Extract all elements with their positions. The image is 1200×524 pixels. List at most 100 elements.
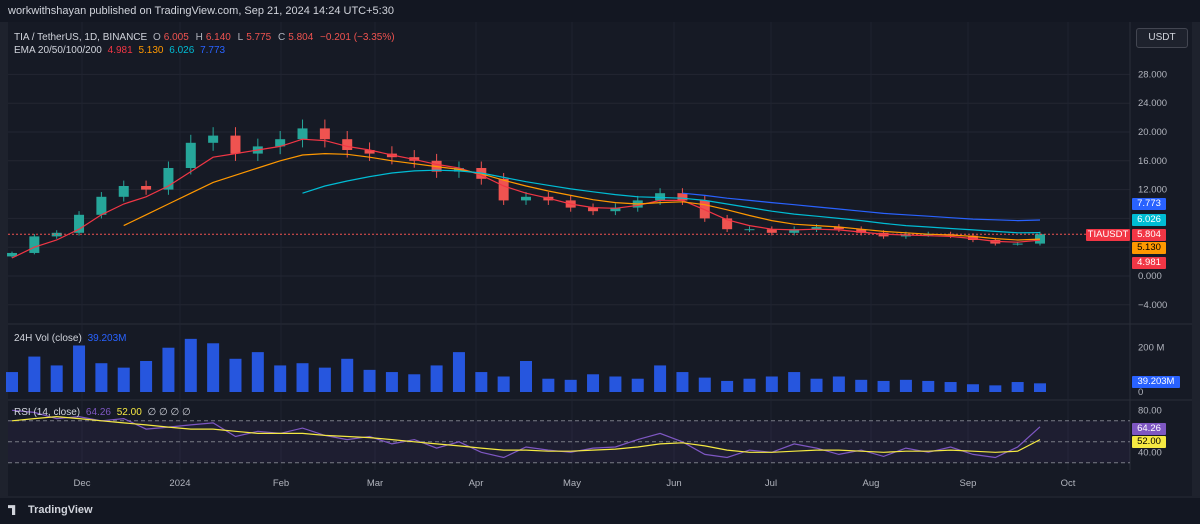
volume-bar [520,361,532,392]
price-axis-tick: 24.000 [1138,98,1167,109]
candle-body [29,236,40,253]
volume-bar [318,367,331,392]
volume-bar [162,347,175,392]
time-axis-tick: Jun [666,478,681,489]
volume-label: 24H Vol (close) [14,333,82,344]
currency-button[interactable]: USDT [1136,28,1188,48]
rsi-value: 64.26 [85,407,111,418]
volume-bar [274,365,287,392]
tradingview-brand: TradingView [28,504,93,516]
chart-canvas[interactable]: 28.00024.00020.00016.00012.0008.0004.000… [0,0,1200,524]
volume-bar [542,378,555,392]
rsi-label: RSI (14, close) [14,407,81,418]
ema200-tag: 7.773 [1132,198,1166,210]
volume-bar [184,338,197,392]
volume-axis-tick: 0 [1138,387,1143,398]
volume-bar [944,382,957,392]
tradingview-logo-icon [8,505,16,516]
volume-bar [1011,382,1024,392]
time-axis-tick: Feb [273,478,289,489]
volume-bar [855,379,868,392]
ema-legend: EMA 20/50/100/200 4.981 5.130 6.026 7.77… [14,45,228,56]
volume-bar [832,376,845,392]
rsi-legend: RSI (14, close) 64.26 52.00 ∅ ∅ ∅ ∅ [14,407,194,418]
symbol-label: TIA / TetherUS, 1D, BINANCE [14,32,148,43]
volume-bar [564,379,577,392]
footer-bar: TradingView [0,498,1200,524]
price-axis-tick: 20.000 [1138,127,1167,138]
candle-body [677,193,688,201]
volume-bar [73,345,86,392]
high-label: H [195,32,203,43]
price-axis-tick: 28.000 [1138,69,1167,80]
volume-bar [6,372,18,392]
volume-bar [117,367,130,392]
open-label: O [152,32,161,43]
price-axis-tick: 16.000 [1138,156,1167,167]
candle-body [118,186,129,197]
candle-body [96,196,107,215]
volume-bar [229,358,242,392]
volume-bar [788,372,801,392]
volume-bar [877,380,890,392]
candle-body [498,178,509,201]
candle-body [521,196,531,201]
price-axis-tick: 0.000 [1138,271,1162,282]
time-axis-tick: Sep [960,478,977,489]
volume-bar [497,376,510,392]
tradingview-logo[interactable]: TradingView [8,504,93,516]
candle-body [208,135,219,143]
high-value: 6.140 [205,32,231,43]
time-axis-tick: Dec [74,478,91,489]
volume-bar [609,376,622,392]
rsi-tag: 64.26 [1132,423,1166,435]
volume-tag: 39.203M [1132,376,1180,388]
volume-value: 39.203M [87,333,127,344]
candle-body [230,135,241,154]
volume-bar [676,372,689,392]
volume-bar [698,377,711,392]
rsi-empty-values: ∅ ∅ ∅ ∅ [147,407,191,418]
volume-bar [28,356,41,392]
volume-bar [385,372,398,392]
candle-body [342,139,353,150]
price-axis-tick: −4.000 [1138,300,1167,311]
volume-bar [587,374,600,392]
volume-bar [922,380,935,392]
ema50-value: 5.130 [138,45,164,56]
time-axis-tick: May [563,478,581,489]
volume-axis-tick: 200 M [1138,343,1164,354]
volume-bar [363,369,376,392]
ema200-line [682,192,1041,222]
volume-bar [810,378,823,392]
volume-bar [1034,383,1046,392]
candle-body [319,128,330,140]
time-axis-tick: Oct [1061,478,1076,489]
ema20-value: 4.981 [107,45,133,56]
volume-bar [140,361,153,392]
candle-body [297,128,308,140]
volume-bar [475,372,488,392]
price-axis-tick: 12.000 [1138,185,1167,196]
volume-bar [430,365,443,392]
close-value: 5.804 [288,32,314,43]
open-value: 6.005 [163,32,189,43]
rsi-ma-tag: 52.00 [1132,436,1166,448]
time-axis-tick: Jul [765,478,777,489]
time-axis-tick: Aug [863,478,880,489]
volume-bar [341,358,354,392]
volume-bar [743,378,756,392]
low-label: L [237,32,244,43]
ema100-tag: 6.026 [1132,214,1166,226]
time-axis-tick: Apr [469,478,484,489]
volume-bar [765,376,778,392]
volume-bar [50,365,63,392]
volume-bar [408,374,421,392]
volume-bar [966,384,979,392]
symbol-tag: TIAUSDT [1086,229,1130,241]
ema200-value: 7.773 [200,45,226,56]
ema-label: EMA 20/50/100/200 [14,45,102,56]
ema50-line [123,152,1041,241]
volume-bar [989,385,1002,392]
time-axis-tick: Mar [367,478,383,489]
